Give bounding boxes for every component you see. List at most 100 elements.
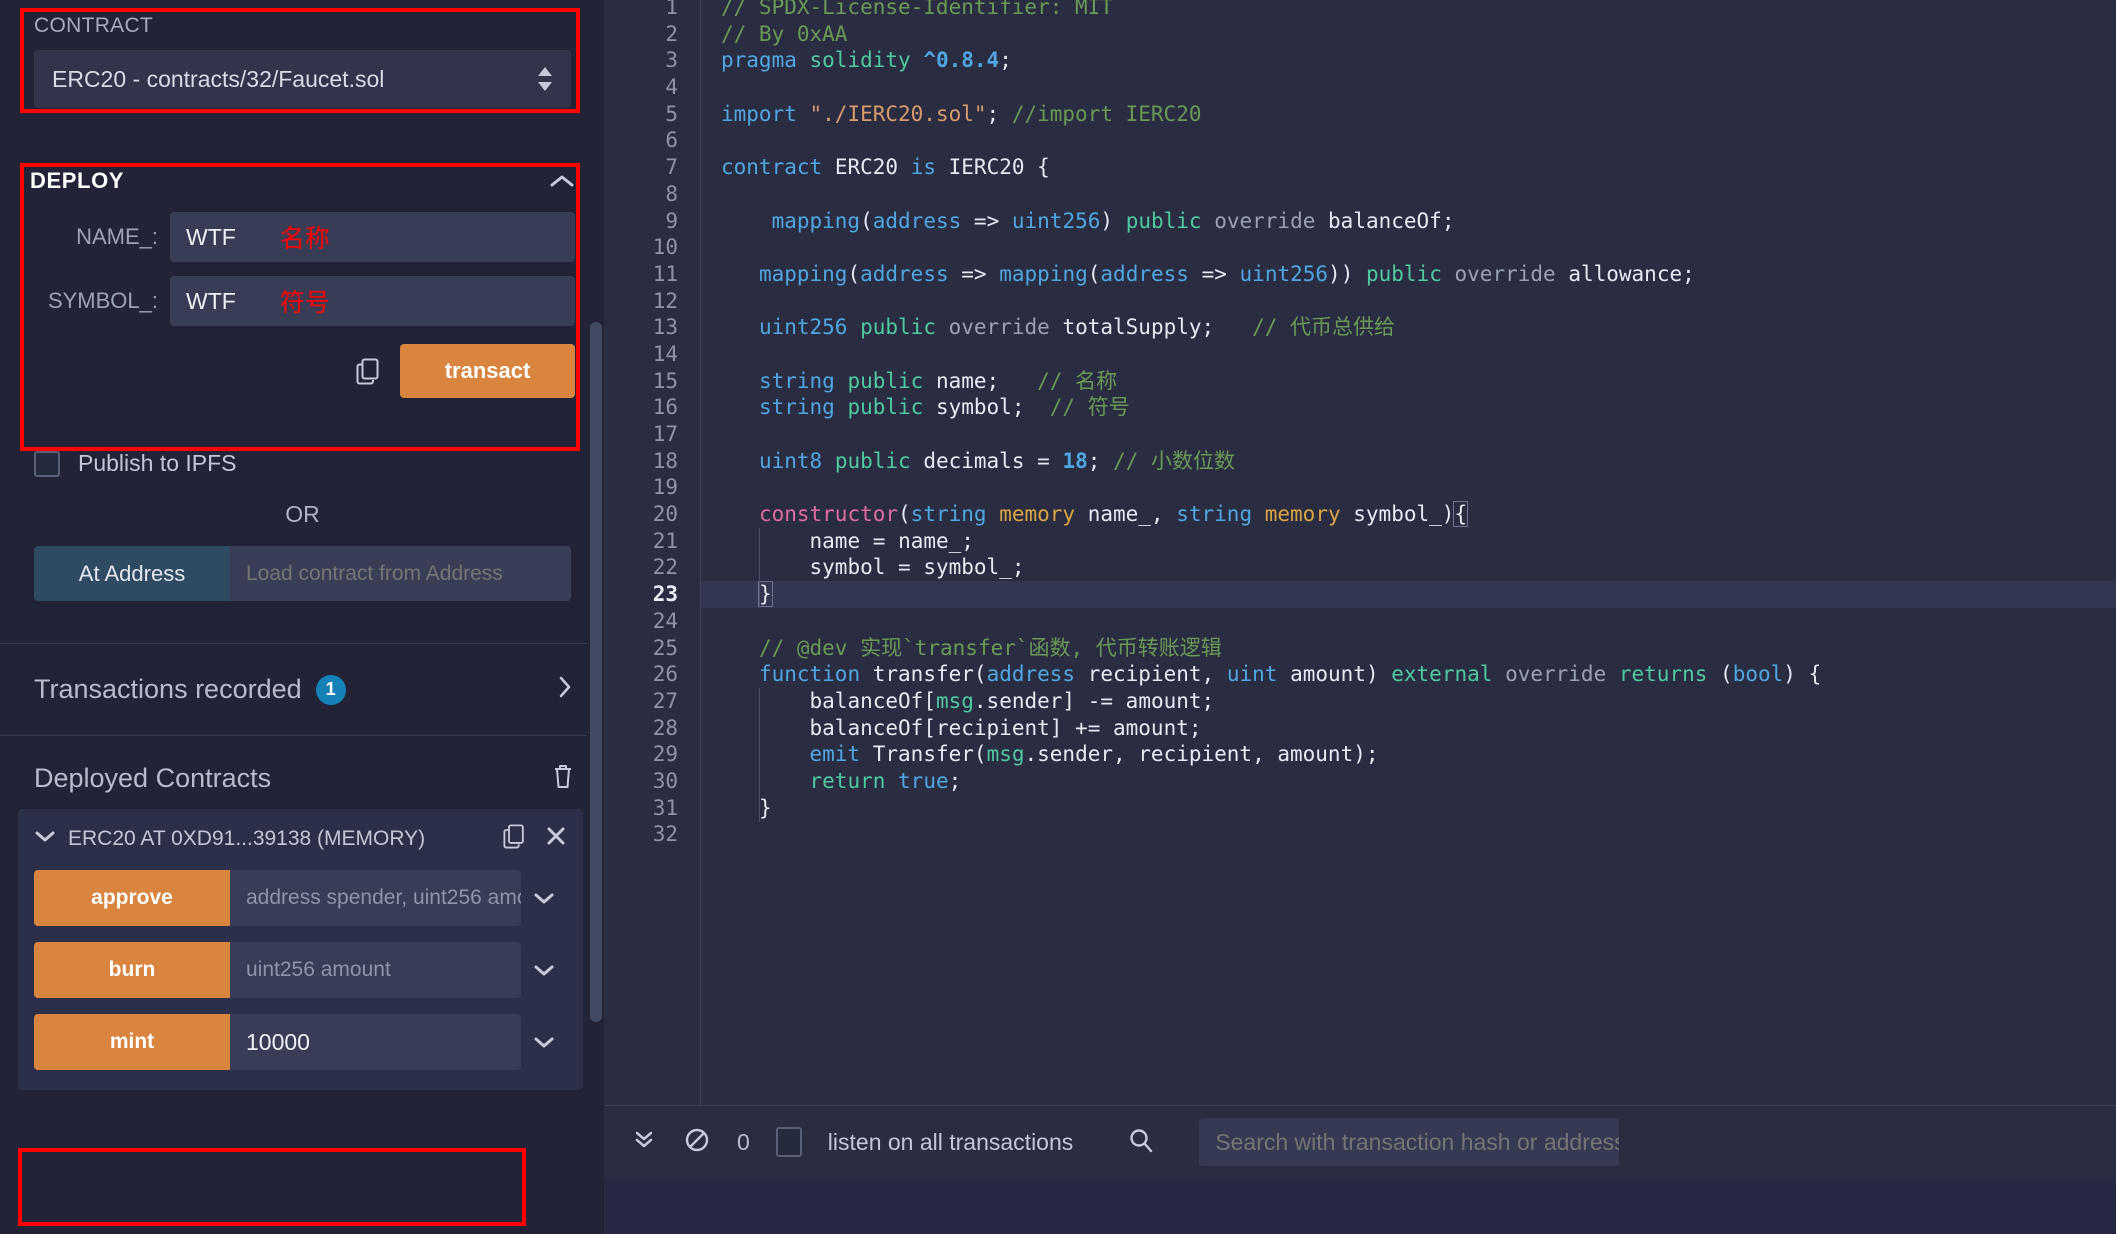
param-value-symbol: WTF <box>186 287 236 314</box>
code-line[interactable] <box>701 288 2116 315</box>
deploy-param-row: SYMBOL_: WTF 符号 <box>30 276 575 326</box>
deploy-header[interactable]: DEPLOY <box>30 152 575 198</box>
line-number: 29 <box>652 742 678 767</box>
chevron-up-icon[interactable] <box>549 173 575 189</box>
code-line[interactable]: uint256 public override totalSupply; // … <box>701 314 2116 341</box>
line-number-gutter: 1 2 3 4 5 6 7 8 9 10 11 12 13 14 15 16 17 18 19 20 21 22 23 24 2… <box>605 0 700 1105</box>
code-line[interactable] <box>701 74 2116 101</box>
publish-ipfs-row[interactable]: Publish to IPFS <box>34 450 605 477</box>
line-number: 10 <box>652 235 678 260</box>
deployed-contract-header[interactable]: ERC20 AT 0XD91...39138 (MEMORY) <box>34 823 567 854</box>
code-line[interactable] <box>701 181 2116 208</box>
clear-console-icon[interactable] <box>683 1126 711 1159</box>
transactions-recorded-label: Transactions recorded <box>34 674 302 704</box>
listen-transactions-label: listen on all transactions <box>827 1128 1074 1155</box>
code-line[interactable]: string public symbol; // 符号 <box>701 394 2116 421</box>
contract-select[interactable]: ERC20 - contracts/32/Faucet.sol <box>34 50 571 108</box>
transactions-recorded-row[interactable]: Transactions recorded 1 <box>0 644 605 735</box>
code-line[interactable]: import "./IERC20.sol"; //import IERC20 <box>701 101 2116 128</box>
deploy-run-sidebar: CONTRACT ERC20 - contracts/32/Faucet.sol… <box>0 0 605 1234</box>
line-number: 12 <box>652 288 678 313</box>
line-number: 18 <box>652 448 678 473</box>
sidebar-scrollbar[interactable] <box>587 0 605 1234</box>
code-line[interactable]: function transfer(address recipient, uin… <box>701 661 2116 688</box>
function-approve-button[interactable]: approve <box>34 870 230 926</box>
at-address-input[interactable] <box>230 546 571 601</box>
code-line[interactable] <box>701 127 2116 154</box>
code-line[interactable]: balanceOf[recipient] += amount; <box>701 715 2116 742</box>
terminal-panel: 0 listen on all transactions <box>605 1105 2116 1234</box>
code-line[interactable]: name = name_; <box>701 528 2116 555</box>
deploy-title: DEPLOY <box>30 168 125 193</box>
line-number: 15 <box>652 368 678 393</box>
function-approve-input[interactable]: address spender, uint256 amount <box>230 870 521 926</box>
terminal-toolbar: 0 listen on all transactions <box>605 1106 2116 1178</box>
code-line[interactable]: constructor(string memory name_, string … <box>701 501 2116 528</box>
code-line[interactable]: mapping(address => uint256) public overr… <box>701 208 2116 235</box>
annotation-symbol: 符号 <box>279 289 330 317</box>
at-address-button[interactable]: At Address <box>34 546 230 601</box>
code-line[interactable]: string public name; // 名称 <box>701 368 2116 395</box>
code-line[interactable]: uint8 public decimals = 18; // 小数位数 <box>701 448 2116 475</box>
code-line[interactable] <box>701 608 2116 635</box>
deployed-contracts-title: Deployed Contracts <box>34 763 272 793</box>
line-number: 4 <box>665 75 678 100</box>
code-line[interactable]: // By 0xAA <box>701 21 2116 48</box>
publish-ipfs-checkbox[interactable] <box>34 450 60 477</box>
line-number: 31 <box>652 795 678 820</box>
copy-icon[interactable] <box>356 357 382 385</box>
function-burn-button[interactable]: burn <box>34 942 230 998</box>
collapse-chevrons-icon[interactable] <box>631 1127 657 1158</box>
listen-transactions-checkbox[interactable] <box>775 1127 802 1157</box>
code-line[interactable]: // SPDX-License-Identifier: MIT <box>701 0 2116 21</box>
code-editor[interactable]: 1 2 3 4 5 6 7 8 9 10 11 12 13 14 15 16 17 18 19 20 21 22 23 24 2… <box>605 0 2116 1105</box>
transact-button[interactable]: transact <box>400 344 575 398</box>
code-content[interactable]: // SPDX-License-Identifier: MIT// By 0xA… <box>700 0 2116 1105</box>
line-number: 7 <box>665 155 678 180</box>
function-mint-input[interactable]: 10000 <box>230 1014 521 1070</box>
param-input-symbol[interactable]: WTF 符号 <box>170 276 575 326</box>
code-line[interactable]: return true; <box>701 768 2116 795</box>
code-line[interactable]: } <box>701 795 2116 822</box>
chevron-updown-icon[interactable] <box>537 66 553 92</box>
code-line[interactable]: // @dev 实现`transfer`函数, 代币转账逻辑 <box>701 635 2116 662</box>
close-icon[interactable] <box>545 825 567 852</box>
terminal-search-input[interactable] <box>1199 1118 1620 1166</box>
transactions-count-badge: 1 <box>315 674 346 705</box>
sidebar-scrollbar-thumb[interactable] <box>590 322 602 1022</box>
indent-guide <box>758 688 760 822</box>
code-line[interactable] <box>701 234 2116 261</box>
copy-icon[interactable] <box>503 823 527 854</box>
code-line[interactable]: mapping(address => mapping(address => ui… <box>701 261 2116 288</box>
code-line[interactable]: pragma solidity ^0.8.4; <box>701 47 2116 74</box>
chevron-down-icon[interactable] <box>521 890 567 906</box>
code-line[interactable] <box>701 821 2116 848</box>
chevron-down-icon[interactable] <box>34 828 56 849</box>
line-number: 21 <box>652 528 678 553</box>
line-number: 24 <box>652 608 678 633</box>
code-line[interactable] <box>701 474 2116 501</box>
line-number: 2 <box>665 21 678 46</box>
search-icon[interactable] <box>1127 1126 1155 1159</box>
param-input-name[interactable]: WTF 名称 <box>170 212 575 262</box>
deployed-contract-actions <box>503 823 567 854</box>
line-number: 28 <box>652 715 678 740</box>
code-line[interactable]: balanceOf[msg.sender] -= amount; <box>701 688 2116 715</box>
code-line[interactable]: emit Transfer(msg.sender, recipient, amo… <box>701 741 2116 768</box>
chevron-right-icon[interactable] <box>555 674 575 705</box>
function-mint-button[interactable]: mint <box>34 1014 230 1070</box>
trash-icon[interactable] <box>551 762 575 795</box>
code-line[interactable] <box>701 341 2116 368</box>
line-number: 1 <box>665 0 678 19</box>
chevron-down-icon[interactable] <box>521 1034 567 1050</box>
function-burn-placeholder: uint256 amount <box>246 958 391 981</box>
code-line[interactable]: } <box>701 581 2116 608</box>
function-mint-value: 10000 <box>246 1028 310 1055</box>
function-burn-input[interactable]: uint256 amount <box>230 942 521 998</box>
line-number: 20 <box>652 502 678 527</box>
contract-function-row: burn uint256 amount <box>34 942 567 998</box>
code-line[interactable]: symbol = symbol_; <box>701 554 2116 581</box>
chevron-down-icon[interactable] <box>521 962 567 978</box>
code-line[interactable] <box>701 421 2116 448</box>
code-line[interactable]: contract ERC20 is IERC20 { <box>701 154 2116 181</box>
